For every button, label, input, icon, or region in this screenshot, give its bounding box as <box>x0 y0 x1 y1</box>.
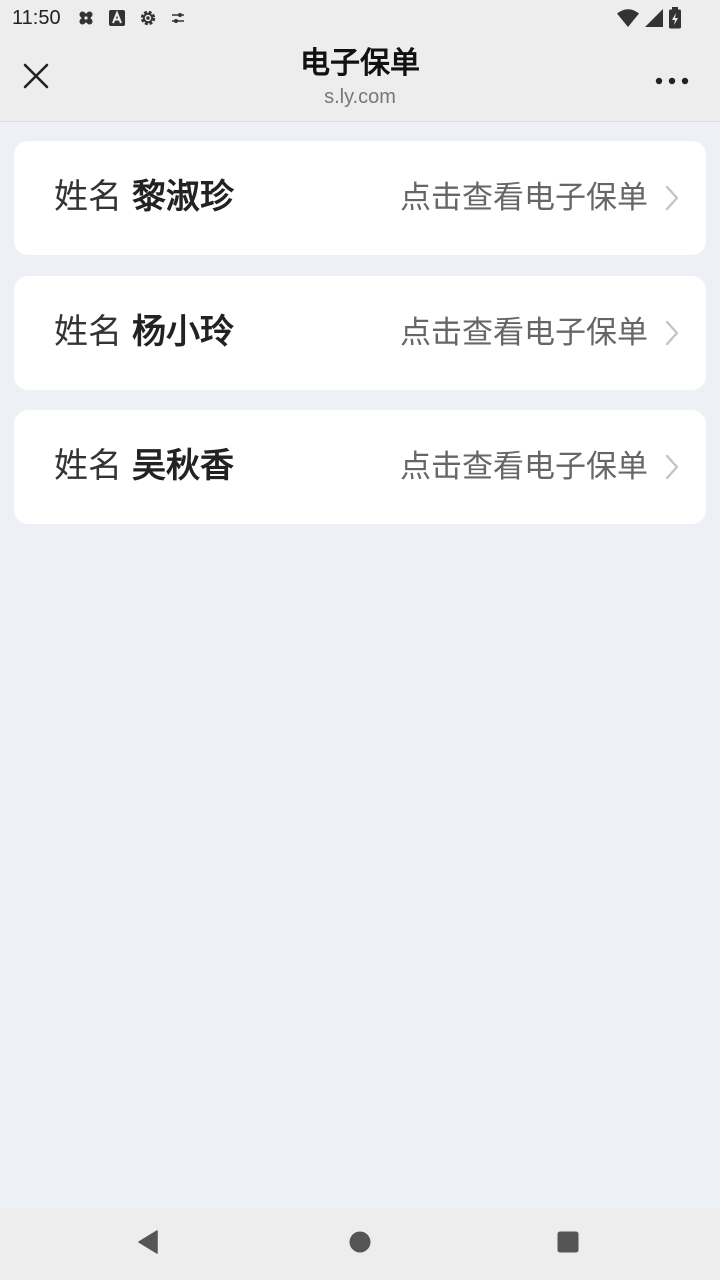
title-block: 电子保单 s.ly.com <box>160 44 560 110</box>
a-box-icon <box>108 9 126 27</box>
policy-card[interactable]: 姓名 吴秋香 点击查看电子保单 <box>14 410 706 524</box>
more-dots-icon <box>655 70 689 89</box>
insured-name: 杨小玲 <box>132 312 234 352</box>
insured-name: 吴秋香 <box>132 446 234 486</box>
nav-recents-button[interactable] <box>550 1226 586 1262</box>
nav-home-button[interactable] <box>342 1226 378 1262</box>
nav-back-button[interactable] <box>130 1226 166 1262</box>
battery-charging-icon <box>668 7 682 29</box>
insured-name: 黎淑珍 <box>132 177 234 217</box>
view-policy-link[interactable]: 点击查看电子保单 <box>400 178 648 218</box>
view-policy-link[interactable]: 点击查看电子保单 <box>400 313 648 353</box>
title-bar: 电子保单 s.ly.com <box>0 36 720 122</box>
more-button[interactable] <box>652 62 692 96</box>
cell-signal-icon <box>644 8 664 28</box>
gear-icon <box>138 8 158 28</box>
page-domain: s.ly.com <box>324 86 396 108</box>
bandage-icon <box>76 8 96 28</box>
policy-list: 姓名 黎淑珍 点击查看电子保单 姓名 杨小玲 点击查看电子保单 姓名 吴秋香 点… <box>0 122 720 1208</box>
status-time: 11:50 <box>12 7 61 29</box>
view-policy-link[interactable]: 点击查看电子保单 <box>400 447 648 487</box>
status-bar: 11:50 <box>0 0 720 36</box>
status-system-icons <box>616 7 682 29</box>
page-title: 电子保单 <box>300 46 420 81</box>
name-label: 姓名 <box>54 177 122 217</box>
close-button[interactable] <box>16 58 56 98</box>
sliders-icon <box>170 10 186 26</box>
wifi-icon <box>616 8 640 28</box>
recents-square-icon <box>556 1230 580 1258</box>
system-nav-bar <box>0 1208 720 1280</box>
policy-card[interactable]: 姓名 黎淑珍 点击查看电子保单 <box>14 141 706 255</box>
chevron-right-icon <box>662 453 682 481</box>
chevron-right-icon <box>662 319 682 347</box>
policy-card[interactable]: 姓名 杨小玲 点击查看电子保单 <box>14 276 706 390</box>
name-label: 姓名 <box>54 446 122 486</box>
name-label: 姓名 <box>54 312 122 352</box>
chevron-right-icon <box>662 184 682 212</box>
status-notification-icons <box>76 8 186 28</box>
back-triangle-icon <box>136 1229 160 1259</box>
close-icon <box>22 62 50 94</box>
home-circle-icon <box>348 1230 372 1258</box>
